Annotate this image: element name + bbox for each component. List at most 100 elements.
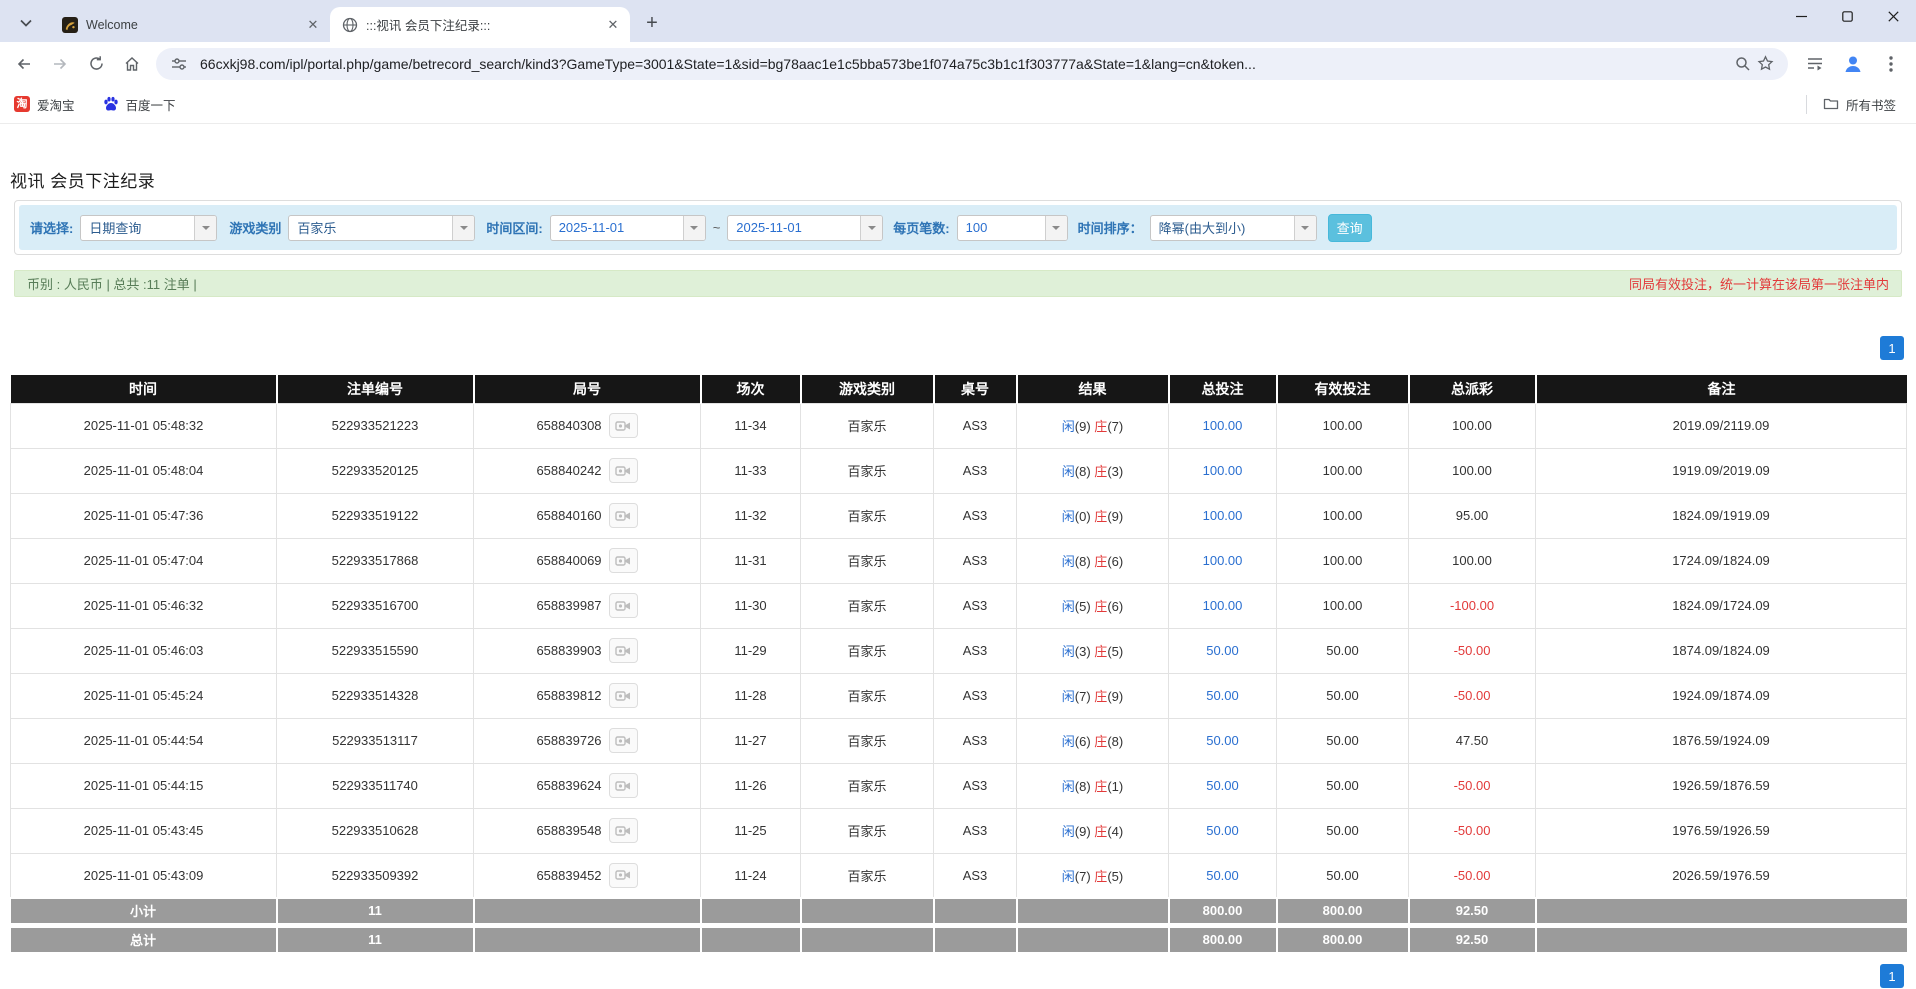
new-tab-button[interactable]: + [638, 9, 666, 37]
page-1-button[interactable]: 1 [1880, 964, 1904, 988]
video-replay-icon[interactable] [609, 503, 638, 528]
all-bookmarks-button[interactable]: 所有书签 [1806, 95, 1896, 114]
cell-result: 闲(5) 庄(6) [1017, 583, 1169, 628]
cell-round-id: 658839987 [474, 583, 701, 628]
home-button[interactable] [115, 47, 149, 81]
column-header: 注单编号 [277, 375, 474, 403]
cell-note: 1876.59/1924.09 [1536, 718, 1907, 763]
column-header: 时间 [11, 375, 277, 403]
cell-total-bet[interactable]: 50.00 [1169, 718, 1277, 763]
cell-total-bet[interactable]: 100.00 [1169, 448, 1277, 493]
bookmarks-bar: 淘 爱淘宝 百度一下 所有书签 [0, 85, 1916, 124]
tab-bet-records[interactable]: :::视讯 会员下注纪录::: ✕ [330, 7, 630, 42]
cell-valid-bet: 100.00 [1277, 448, 1409, 493]
tab-welcome[interactable]: Welcome ✕ [50, 7, 330, 42]
cell-valid-bet: 100.00 [1277, 538, 1409, 583]
page-size-select[interactable]: 100 [957, 215, 1068, 241]
subtotal-total-bet: 800.00 [1169, 898, 1277, 925]
chevron-down-icon[interactable] [1045, 216, 1067, 240]
url-text[interactable]: 66cxkj98.com/ipl/portal.php/game/betreco… [200, 56, 1722, 72]
bookmark-baidu[interactable]: 百度一下 [103, 95, 176, 114]
search-button[interactable]: 查询 [1328, 214, 1372, 242]
cell-bet-id: 522933519122 [277, 493, 474, 538]
menu-dots-icon[interactable] [1876, 49, 1906, 79]
cell-time: 2025-11-01 05:47:36 [11, 493, 277, 538]
cell-total-bet[interactable]: 100.00 [1169, 403, 1277, 448]
tab-strip: Welcome ✕ :::视讯 会员下注纪录::: ✕ + [0, 0, 1916, 42]
cell-valid-bet: 100.00 [1277, 583, 1409, 628]
media-controls-icon[interactable] [1800, 49, 1830, 79]
reload-button[interactable] [79, 47, 113, 81]
cell-total-bet[interactable]: 50.00 [1169, 808, 1277, 853]
cell-total-bet[interactable]: 100.00 [1169, 493, 1277, 538]
bookmark-taobao[interactable]: 淘 爱淘宝 [14, 95, 75, 114]
cell-time: 2025-11-01 05:46:03 [11, 628, 277, 673]
total-label: 总计 [11, 925, 277, 952]
video-replay-icon[interactable] [609, 863, 638, 888]
query-type-select[interactable]: 日期查询 [80, 215, 217, 241]
bookmark-label: 爱淘宝 [37, 95, 75, 114]
cell-total-bet[interactable]: 100.00 [1169, 538, 1277, 583]
video-replay-icon[interactable] [609, 638, 638, 663]
cell-time: 2025-11-01 05:45:24 [11, 673, 277, 718]
table-row: 2025-11-01 05:44:15522933511740658839624… [11, 763, 1907, 808]
cell-total-bet[interactable]: 50.00 [1169, 763, 1277, 808]
cell-round-id: 658839452 [474, 853, 701, 898]
cell-note: 1824.09/1724.09 [1536, 583, 1907, 628]
cell-session: 11-31 [701, 538, 801, 583]
cell-session: 11-26 [701, 763, 801, 808]
cell-total-bet[interactable]: 50.00 [1169, 853, 1277, 898]
game-type-select[interactable]: 百家乐 [288, 215, 475, 241]
total-valid-bet: 800.00 [1277, 925, 1409, 952]
video-replay-icon[interactable] [609, 773, 638, 798]
cell-table-no: AS3 [934, 403, 1017, 448]
close-window-button[interactable] [1870, 0, 1916, 33]
video-replay-icon[interactable] [609, 548, 638, 573]
chevron-down-icon[interactable] [452, 216, 474, 240]
table-header-row: 时间注单编号局号场次游戏类别桌号结果总投注有效投注总派彩备注 [11, 375, 1907, 403]
chevron-down-icon[interactable] [860, 216, 882, 240]
video-replay-icon[interactable] [609, 458, 638, 483]
date-to-input[interactable]: 2025-11-01 [727, 215, 883, 241]
cell-payout: -50.00 [1409, 853, 1536, 898]
cell-payout: -50.00 [1409, 673, 1536, 718]
subtotal-count: 11 [277, 898, 474, 925]
bookmark-star-icon[interactable] [1754, 53, 1776, 75]
tab-search-button[interactable] [12, 9, 40, 37]
video-replay-icon[interactable] [609, 413, 638, 438]
cell-session: 11-32 [701, 493, 801, 538]
cell-note: 1926.59/1876.59 [1536, 763, 1907, 808]
sort-order-select[interactable]: 降幂(由大到小) [1150, 215, 1317, 241]
tab-close-icon[interactable]: ✕ [604, 16, 622, 34]
table-footer: 小计11800.00800.0092.50总计11800.00800.0092.… [11, 898, 1907, 952]
zoom-icon[interactable] [1732, 53, 1754, 75]
video-replay-icon[interactable] [609, 818, 638, 843]
date-from-input[interactable]: 2025-11-01 [550, 215, 706, 241]
table-row: 2025-11-01 05:47:04522933517868658840069… [11, 538, 1907, 583]
maximize-button[interactable] [1824, 0, 1870, 33]
cell-total-bet[interactable]: 50.00 [1169, 673, 1277, 718]
profile-avatar[interactable] [1838, 49, 1868, 79]
forward-button[interactable] [43, 47, 77, 81]
tab-close-icon[interactable]: ✕ [304, 16, 322, 34]
chevron-down-icon[interactable] [683, 216, 705, 240]
sort-order-label: 时间排序： [1078, 218, 1143, 237]
chevron-down-icon[interactable] [194, 216, 216, 240]
minimize-button[interactable] [1778, 0, 1824, 33]
url-bar[interactable]: 66cxkj98.com/ipl/portal.php/game/betreco… [156, 48, 1788, 80]
site-settings-icon[interactable] [168, 53, 190, 75]
cell-bet-id: 522933514328 [277, 673, 474, 718]
video-replay-icon[interactable] [609, 728, 638, 753]
video-replay-icon[interactable] [609, 593, 638, 618]
cell-time: 2025-11-01 05:48:04 [11, 448, 277, 493]
video-replay-icon[interactable] [609, 683, 638, 708]
taobao-icon: 淘 [14, 96, 30, 112]
chevron-down-icon[interactable] [1294, 216, 1316, 240]
cell-bet-id: 522933510628 [277, 808, 474, 853]
back-button[interactable] [7, 47, 41, 81]
cell-total-bet[interactable]: 100.00 [1169, 583, 1277, 628]
page-1-button[interactable]: 1 [1880, 336, 1904, 360]
cell-total-bet[interactable]: 50.00 [1169, 628, 1277, 673]
cell-session: 11-25 [701, 808, 801, 853]
cell-table-no: AS3 [934, 628, 1017, 673]
